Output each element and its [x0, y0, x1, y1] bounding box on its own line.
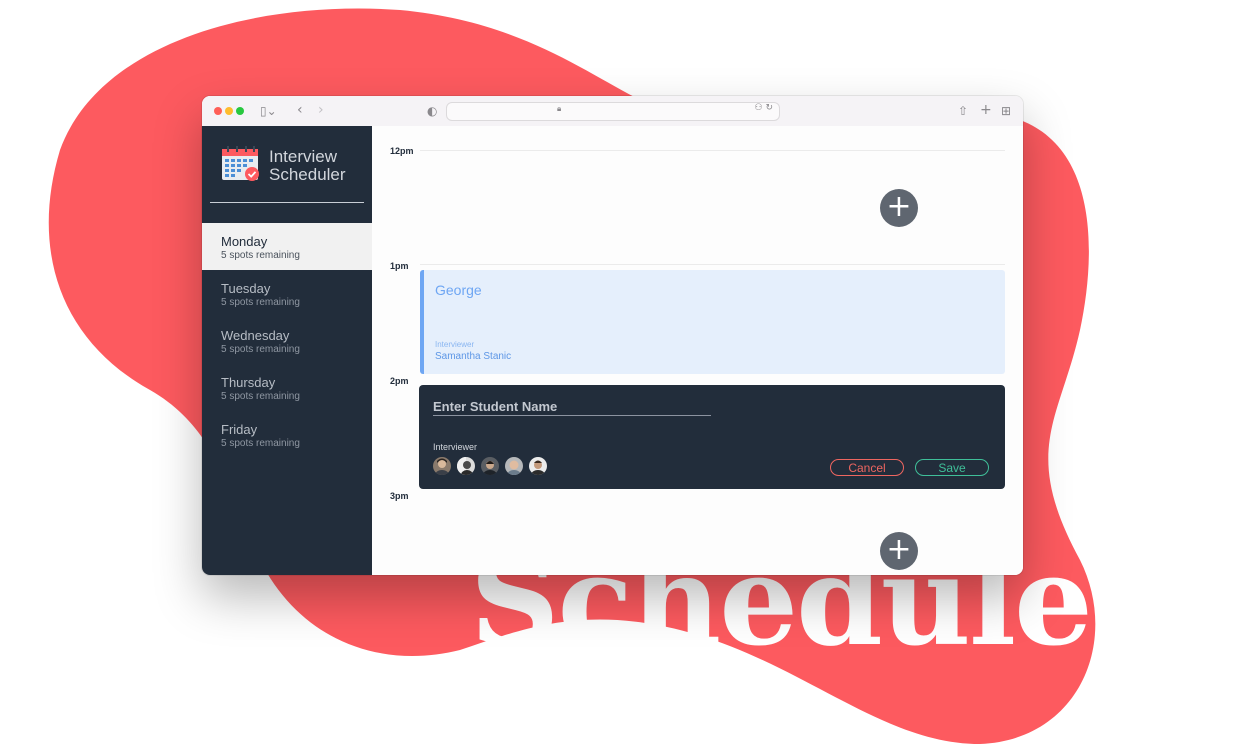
- browser-titlebar: ▯⌄ ‹ › ◐ 🔒︎ ⚇ ↻ ⇧ + ⊞: [202, 96, 1023, 127]
- lock-icon: 🔒︎: [557, 104, 562, 113]
- new-tab-icon[interactable]: +: [980, 101, 992, 119]
- day-spots: 5 spots remaining: [221, 391, 300, 402]
- interviewer-avatar[interactable]: [481, 457, 499, 475]
- hour-divider: [420, 264, 1005, 265]
- hour-label-1pm: 1pm: [390, 261, 409, 271]
- appointment-form: Interviewer: [419, 385, 1005, 489]
- day-item-wednesday[interactable]: Wednesday 5 spots remaining: [202, 317, 372, 364]
- minimize-window-button[interactable]: [225, 107, 233, 115]
- calendar-icon: [222, 146, 259, 181]
- sidebar-toggle-icon[interactable]: ▯⌄: [260, 102, 277, 120]
- sidebar-divider: [210, 202, 364, 203]
- interviewer-name: Samantha Stanic: [435, 351, 512, 362]
- day-name: Friday: [221, 422, 258, 437]
- interviewer-avatar[interactable]: [433, 457, 451, 475]
- interviewer-avatar[interactable]: [505, 457, 523, 475]
- day-item-friday[interactable]: Friday 5 spots remaining: [202, 411, 372, 458]
- app-logo-line1: Interview: [269, 147, 338, 166]
- forward-icon[interactable]: ›: [318, 101, 324, 119]
- hour-label-12pm: 12pm: [390, 146, 414, 156]
- schedule: 12pm + 1pm George Interviewer Samantha S…: [372, 126, 1023, 575]
- app-logo-line2: Scheduler: [269, 165, 346, 184]
- day-list: Monday 5 spots remaining Tuesday 5 spots…: [202, 223, 372, 458]
- day-item-tuesday[interactable]: Tuesday 5 spots remaining: [202, 270, 372, 317]
- reload-icon[interactable]: ⚇ ↻: [755, 103, 773, 113]
- student-name: George: [435, 282, 482, 298]
- interviewer-avatar[interactable]: [457, 457, 475, 475]
- student-name-input[interactable]: [433, 397, 711, 416]
- sidebar: Interview Scheduler Monday 5 spots remai…: [202, 126, 372, 575]
- day-name: Wednesday: [221, 328, 290, 343]
- day-name: Tuesday: [221, 281, 271, 296]
- share-icon[interactable]: ⇧: [958, 102, 968, 120]
- close-window-button[interactable]: [214, 107, 222, 115]
- add-appointment-button[interactable]: +: [880, 532, 918, 570]
- cancel-button[interactable]: Cancel: [830, 459, 904, 476]
- hour-divider: [420, 150, 1005, 151]
- app-logo-text: Interview Scheduler: [269, 148, 369, 184]
- interviewer-avatar[interactable]: [529, 457, 547, 475]
- day-name: Monday: [221, 234, 268, 249]
- day-spots: 5 spots remaining: [221, 297, 300, 308]
- privacy-shield-icon[interactable]: ◐: [427, 102, 437, 120]
- day-spots: 5 spots remaining: [221, 438, 300, 449]
- interviewer-label: Interviewer: [435, 340, 475, 349]
- back-icon[interactable]: ‹: [297, 101, 303, 119]
- save-button[interactable]: Save: [915, 459, 989, 476]
- interviewer-label: Interviewer: [433, 442, 478, 452]
- add-appointment-button[interactable]: +: [880, 189, 918, 227]
- day-item-monday[interactable]: Monday 5 spots remaining: [202, 223, 372, 270]
- maximize-window-button[interactable]: [236, 107, 244, 115]
- day-name: Thursday: [221, 375, 276, 390]
- appointment-card[interactable]: George Interviewer Samantha Stanic: [420, 270, 1005, 374]
- day-spots: 5 spots remaining: [221, 250, 300, 261]
- hour-label-2pm: 2pm: [390, 376, 409, 386]
- hour-label-3pm: 3pm: [390, 491, 409, 501]
- browser-window: ▯⌄ ‹ › ◐ 🔒︎ ⚇ ↻ ⇧ + ⊞ Interview Schedule…: [202, 96, 1023, 575]
- day-item-thursday[interactable]: Thursday 5 spots remaining: [202, 364, 372, 411]
- address-bar[interactable]: 🔒︎ ⚇ ↻: [446, 102, 780, 121]
- day-spots: 5 spots remaining: [221, 344, 300, 355]
- tab-overview-icon[interactable]: ⊞: [1001, 102, 1011, 120]
